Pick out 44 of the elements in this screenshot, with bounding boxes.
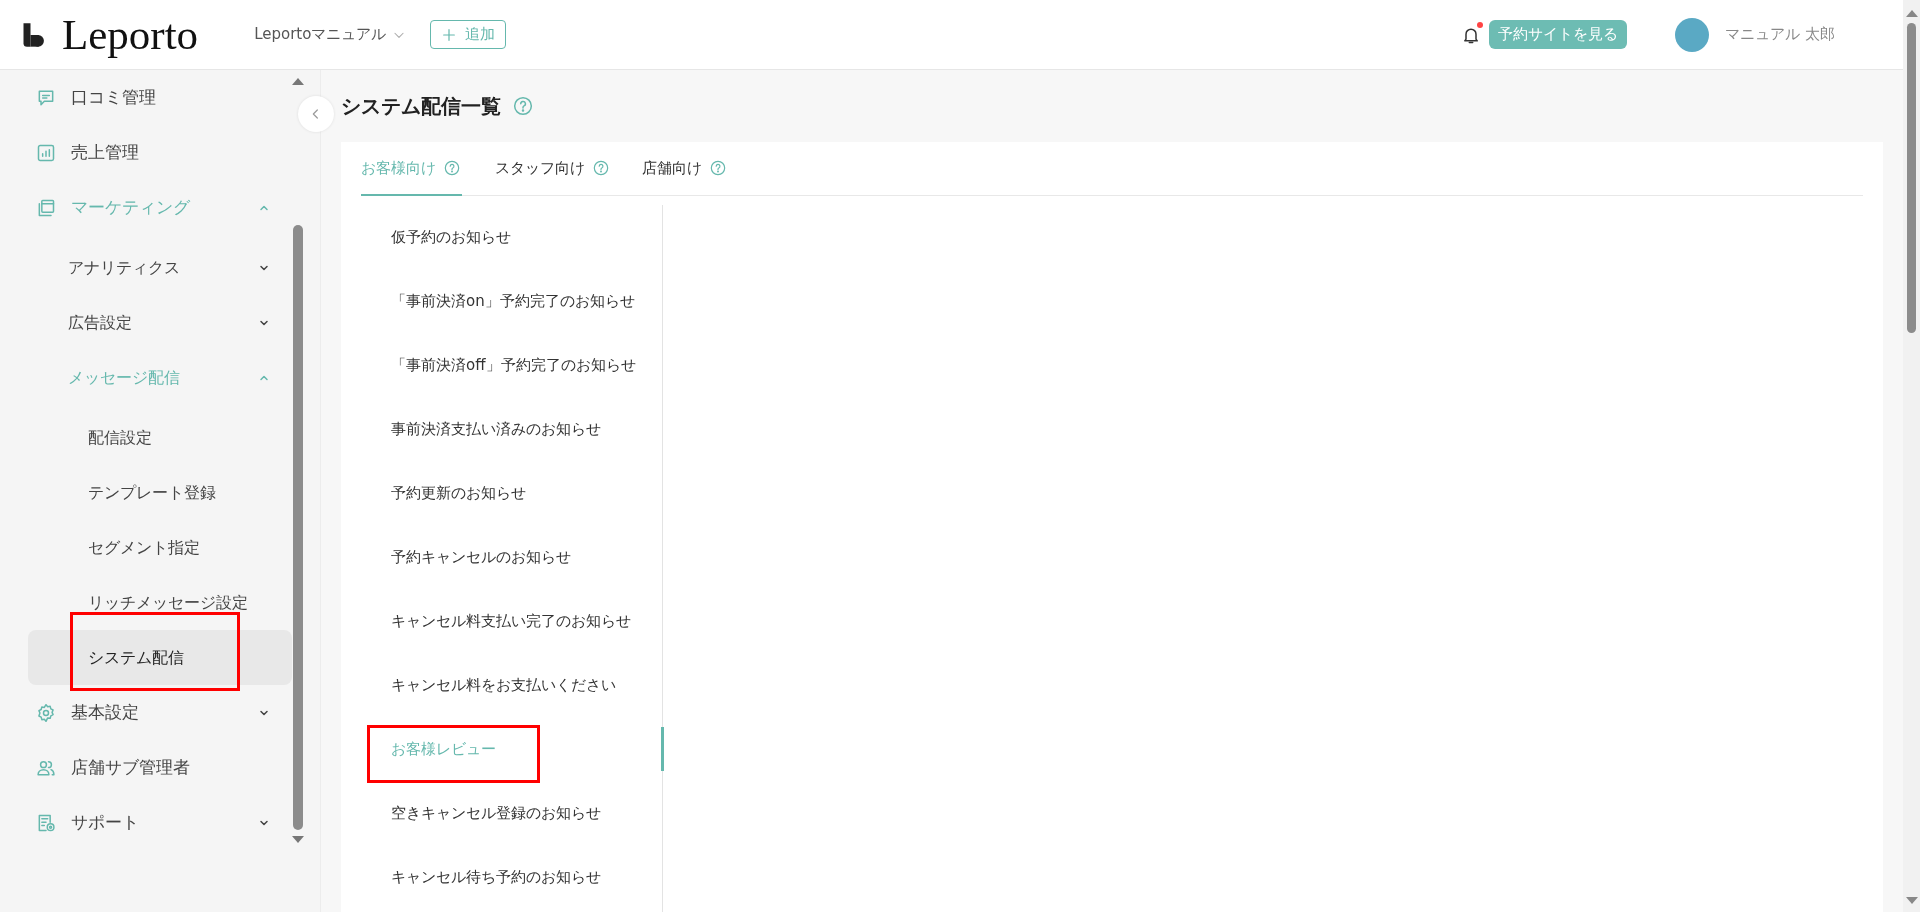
scrollbar-thumb[interactable] — [1907, 23, 1916, 333]
windows-icon — [36, 197, 56, 218]
sidebar-item[interactable]: 基本設定 — [28, 685, 292, 740]
gear-icon — [36, 702, 56, 723]
brand-name[interactable]: Leporto — [62, 13, 199, 56]
tab[interactable]: 店舗向け — [642, 142, 726, 196]
sidebar-item[interactable]: リッチメッセージ設定 — [28, 575, 292, 630]
sidebar-item[interactable]: 広告設定 — [28, 295, 292, 350]
notification-item[interactable]: 「事前決済off」予約完了のお知らせ — [361, 333, 662, 397]
plus-icon — [441, 26, 458, 43]
sidebar-item[interactable]: 配信設定 — [28, 410, 292, 465]
user-name[interactable]: マニュアル 太郎 — [1725, 23, 1835, 46]
sidebar-item[interactable]: 売上管理 — [28, 125, 292, 180]
notification-item[interactable]: 空きキャンセル登録のお知らせ — [361, 781, 662, 845]
sidebar-item[interactable]: セグメント指定 — [28, 520, 292, 575]
help-icon — [593, 160, 609, 176]
sidebar-item[interactable]: サポート — [28, 795, 292, 850]
help-icon — [444, 160, 460, 176]
sidebar-item[interactable]: 店舗サブ管理者 — [28, 740, 292, 795]
bar-chart-icon — [36, 142, 56, 163]
notification-item[interactable]: 予約キャンセルのお知らせ — [361, 525, 662, 589]
scroll-down-icon[interactable] — [292, 836, 304, 843]
scrollbar-thumb[interactable] — [293, 225, 303, 830]
sidebar-item[interactable]: アナリティクス — [28, 240, 292, 295]
notification-item[interactable]: 仮予約のお知らせ — [361, 205, 662, 269]
help-icon[interactable] — [513, 96, 533, 116]
scroll-up-icon[interactable] — [1905, 10, 1918, 17]
notification-item[interactable]: 「事前決済on」予約完了のお知らせ — [361, 269, 662, 333]
store-selector[interactable]: Leportoマニュアル — [246, 23, 407, 46]
scroll-up-icon[interactable] — [292, 78, 304, 85]
document-icon — [36, 812, 56, 833]
avatar-photo-placeholder[interactable] — [1675, 17, 1710, 52]
notification-item[interactable]: キャンセル料をお支払いください — [361, 653, 662, 717]
notification-item[interactable]: 予約更新のお知らせ — [361, 461, 662, 525]
scroll-down-icon[interactable] — [1905, 897, 1918, 904]
sidebar-item[interactable]: 口コミ管理 — [28, 70, 292, 125]
tab[interactable]: スタッフ向け — [495, 142, 609, 196]
sidebar-item[interactable]: システム配信 — [28, 630, 292, 685]
help-icon — [710, 160, 726, 176]
notification-item[interactable]: キャンセル料支払い完了のお知らせ — [361, 589, 662, 653]
notification-item[interactable]: キャンセル待ち予約のお知らせ — [361, 845, 662, 909]
notification-item[interactable]: 事前決済支払い済みのお知らせ — [361, 397, 662, 461]
sidebar-item[interactable]: テンプレート登録 — [28, 465, 292, 520]
page-title: システム配信一覧 — [341, 94, 501, 118]
